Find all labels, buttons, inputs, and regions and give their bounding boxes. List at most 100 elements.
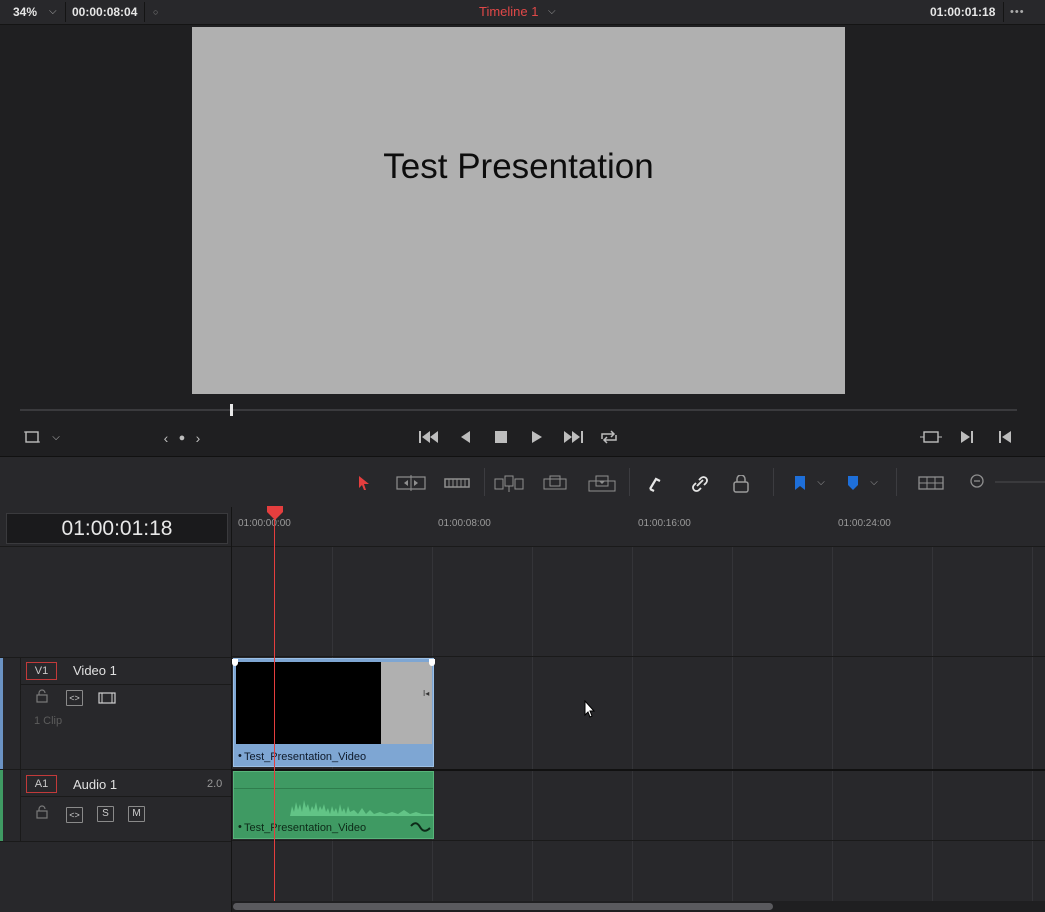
pin-icon[interactable]: ○ [153, 0, 158, 24]
audio-waveform [284, 800, 434, 816]
insert-clip-icon[interactable] [494, 475, 524, 496]
clip-bullet: • [238, 750, 242, 762]
channel-format: 2.0 [207, 778, 223, 790]
clip-name: Test_Presentation_Video [244, 751, 367, 763]
zoom-out-icon[interactable] [970, 474, 984, 491]
linked-selection-icon[interactable] [690, 475, 710, 496]
dropdown-chevron-icon[interactable]: ⌵ [815, 475, 827, 491]
clip-dot-icon: ● [178, 432, 186, 444]
solo-button[interactable]: S [97, 806, 114, 822]
clip-count: 1 Clip [34, 715, 63, 727]
track-badge-a1[interactable]: A1 [26, 775, 57, 793]
timeline-duration: 00:00:08:04 [72, 5, 138, 19]
track-badge-v1[interactable]: V1 [26, 662, 57, 680]
grid-line [732, 507, 733, 912]
replace-clip-icon[interactable] [588, 475, 616, 496]
clip-thumbnail [381, 662, 432, 744]
viewer-topbar: 34% ⌵ 00:00:08:04 ○ Timeline 1 ⌵ 01:00:0… [0, 0, 1045, 25]
lock-icon[interactable] [36, 805, 48, 822]
match-frame-icon[interactable] [920, 430, 942, 447]
jump-to-end-icon[interactable] [562, 430, 584, 447]
marker-icon[interactable] [846, 475, 860, 494]
clip-bullet: • [238, 821, 242, 833]
dropdown-chevron-icon[interactable]: ⌵ [868, 475, 880, 491]
playhead-marker[interactable] [267, 506, 283, 520]
stop-icon[interactable] [494, 430, 508, 447]
timeline-view-icon[interactable] [918, 475, 944, 494]
jump-to-start-icon[interactable] [418, 430, 440, 447]
scrubber-playhead[interactable] [230, 404, 233, 416]
clip-thumbnail [236, 662, 381, 744]
timeline-name[interactable]: Timeline 1 [479, 0, 538, 24]
grid-line [832, 507, 833, 912]
snapping-icon[interactable] [646, 475, 664, 496]
overwrite-clip-icon[interactable] [543, 475, 567, 496]
zoom-slider[interactable] [995, 481, 1045, 483]
lock-icon[interactable] [36, 689, 48, 706]
loop-icon[interactable] [599, 430, 619, 447]
frame-text: Test Presentation [383, 147, 654, 186]
divider [20, 684, 231, 685]
divider [232, 656, 1045, 657]
track-name[interactable]: Video 1 [73, 663, 117, 678]
zoom-level[interactable]: 34% [13, 0, 37, 24]
trim-handle[interactable] [429, 659, 435, 666]
divider [629, 468, 630, 496]
selection-pointer-icon[interactable] [357, 475, 371, 494]
divider [773, 468, 774, 496]
audio-baseline [234, 788, 433, 789]
scrubber-track[interactable] [20, 409, 1017, 411]
trim-tool-icon[interactable] [396, 475, 426, 494]
auto-select-icon[interactable]: <> [66, 690, 83, 706]
divider [20, 796, 231, 797]
timeline-timecode[interactable]: 01:00:01:18 [6, 513, 228, 544]
trim-handle[interactable] [232, 659, 238, 666]
divider [0, 546, 232, 547]
track-color-bar [0, 658, 3, 769]
grid-line [1032, 507, 1033, 912]
horizontal-scrollbar-thumb[interactable] [233, 903, 773, 910]
edit-toolbar: ⌵ ⌵ [0, 457, 1045, 508]
timeline-dropdown-icon[interactable]: ⌵ [548, 0, 556, 24]
prev-edit-icon[interactable] [998, 430, 1012, 447]
mouse-cursor-icon [584, 700, 596, 718]
next-edit-icon[interactable] [960, 430, 974, 447]
prev-clip-icon[interactable]: ‹ [160, 430, 172, 446]
timeline-ruler[interactable]: 01:00:00:00 01:00:08:00 01:00:16:00 01:0… [232, 507, 1045, 547]
divider [1003, 2, 1004, 22]
fade-curve-icon[interactable] [410, 820, 432, 834]
clip-edge-icon: I◂ [423, 689, 430, 698]
divider [896, 468, 897, 496]
position-lock-icon[interactable] [732, 474, 750, 496]
transport-bar: ⌵ ‹ ● › [0, 396, 1045, 457]
video-track-header: V1 Video 1 <> 1 Clip [0, 657, 231, 769]
blade-tool-icon[interactable] [444, 475, 470, 494]
auto-select-icon[interactable]: <> [66, 807, 83, 823]
divider [20, 770, 21, 841]
mute-button[interactable]: M [128, 806, 145, 822]
video-clip[interactable]: I◂ • Test_Presentation_Video [232, 658, 435, 767]
playhead-line[interactable] [274, 508, 275, 908]
play-icon[interactable] [530, 430, 544, 447]
dropdown-chevron-icon[interactable]: ⌵ [50, 430, 62, 446]
grid-line [632, 507, 633, 912]
audio-clip[interactable]: • Test_Presentation_Video [233, 771, 434, 839]
grid-line [532, 507, 533, 912]
track-name[interactable]: Audio 1 [73, 777, 117, 792]
flag-icon[interactable] [793, 475, 807, 494]
crop-icon[interactable] [24, 430, 40, 447]
divider [20, 658, 21, 769]
track-monitor-icon[interactable] [98, 692, 116, 707]
reverse-play-icon[interactable] [458, 430, 472, 447]
divider [484, 468, 485, 496]
divider [65, 2, 66, 22]
divider [231, 507, 232, 912]
ruler-label: 01:00:16:00 [638, 518, 691, 529]
divider [144, 2, 145, 22]
more-options-icon[interactable]: ••• [1010, 0, 1025, 24]
dropdown-chevron-icon[interactable]: ⌵ [49, 0, 57, 24]
grid-line [932, 507, 933, 912]
track-color-bar [0, 770, 3, 841]
next-clip-icon[interactable]: › [192, 430, 204, 446]
clip-name: Test_Presentation_Video [244, 822, 367, 834]
